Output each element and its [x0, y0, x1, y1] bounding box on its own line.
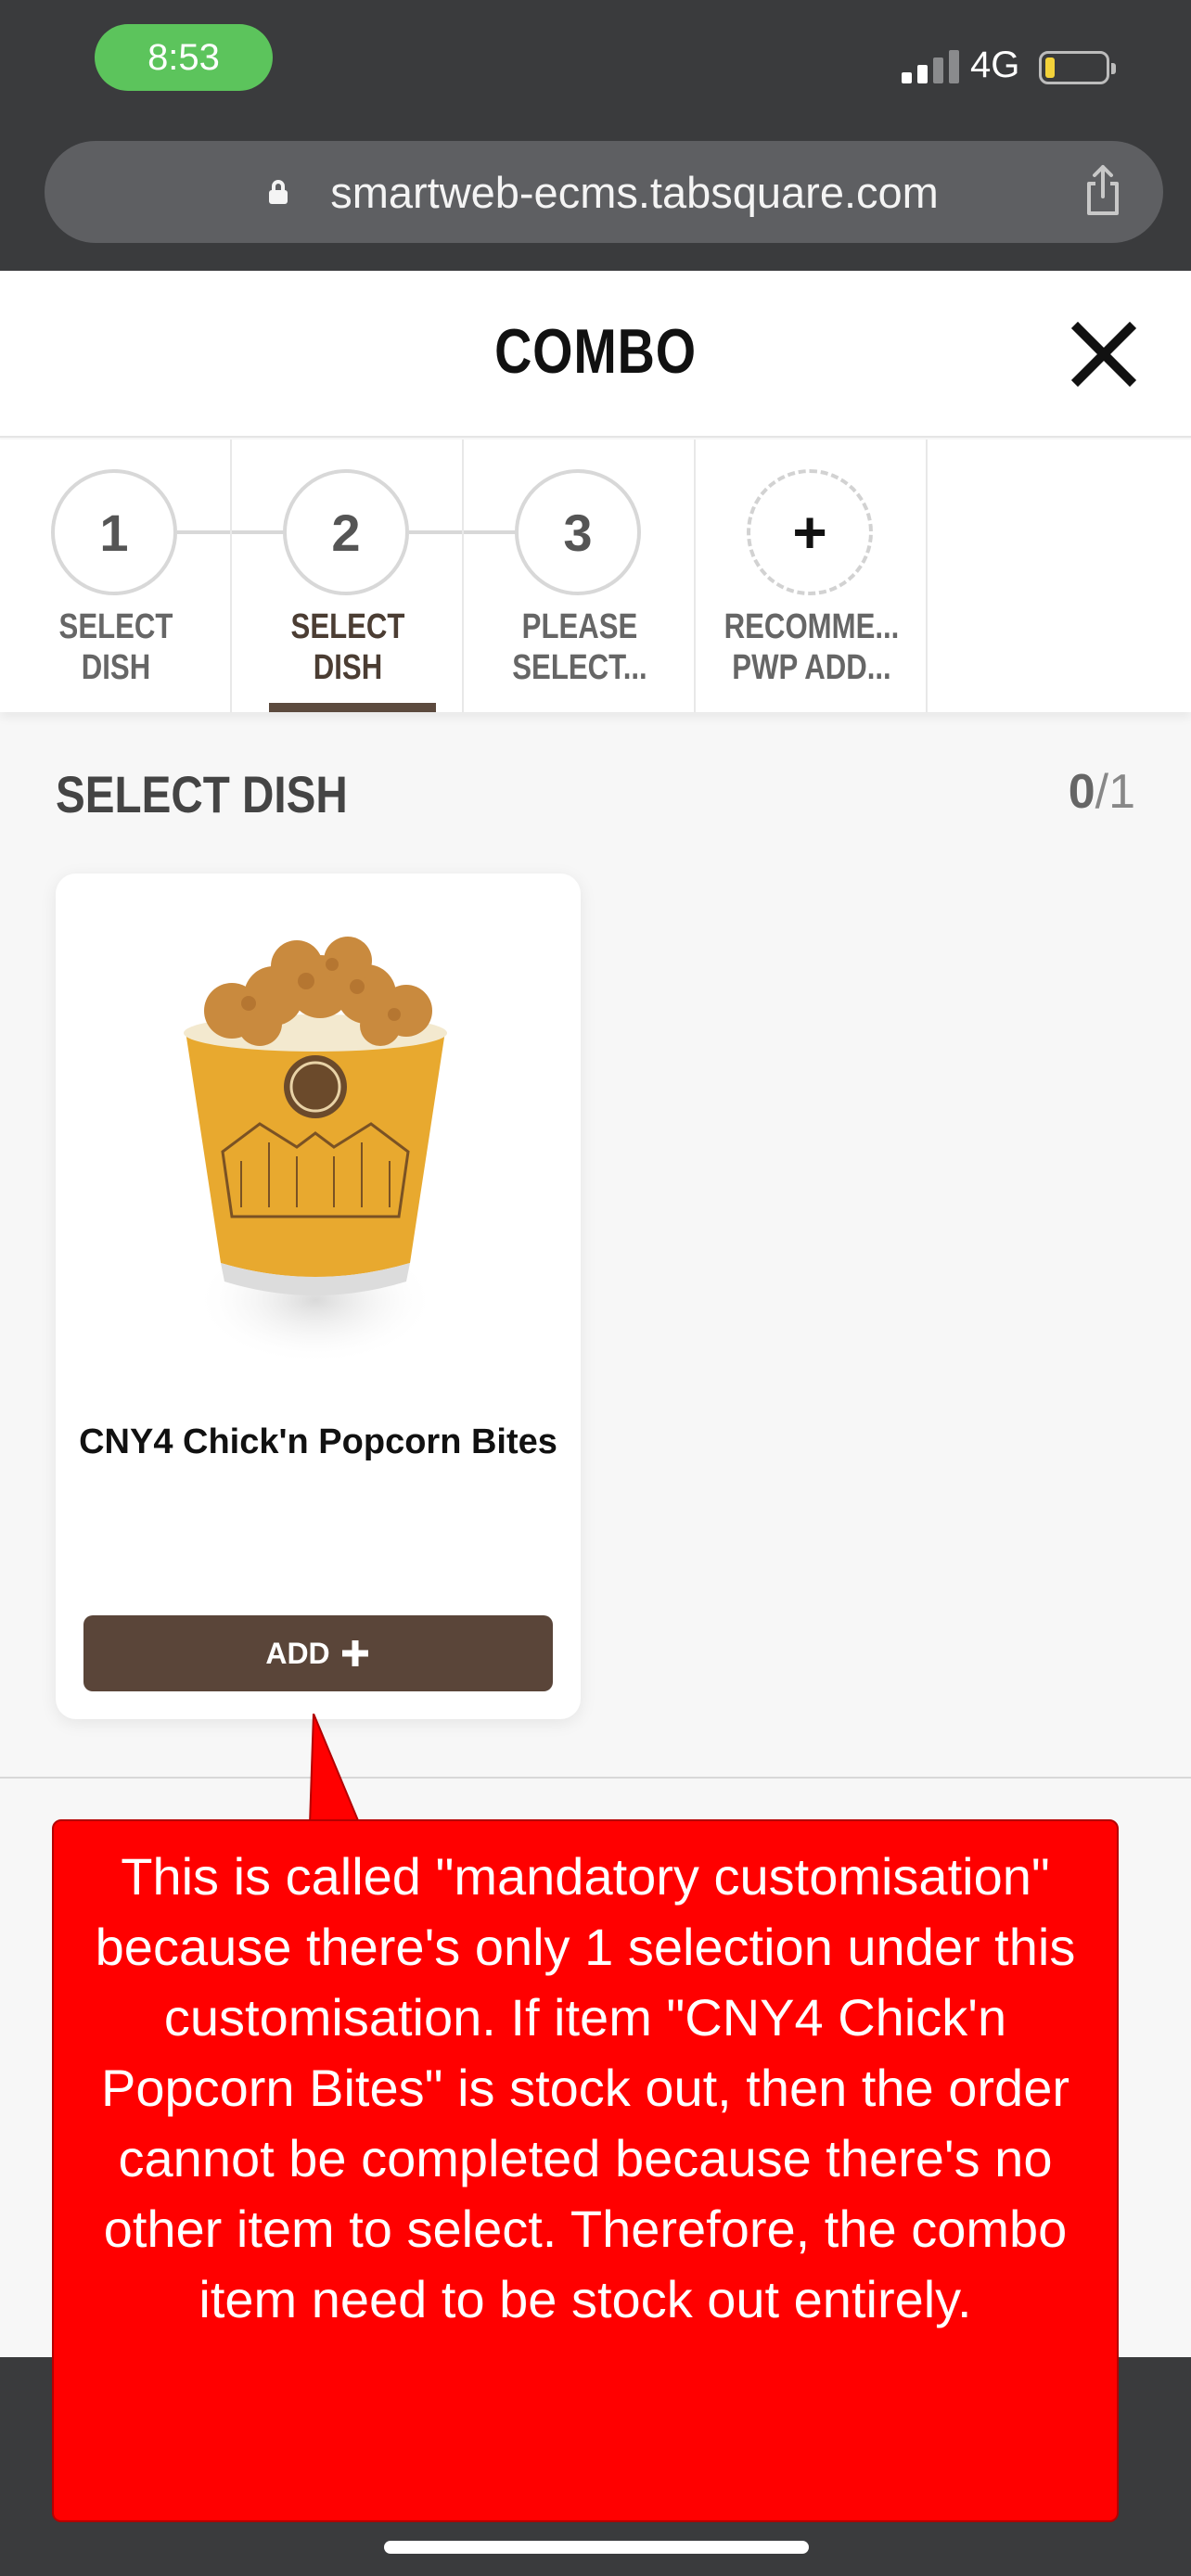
add-button-label: ADD — [265, 1636, 330, 1670]
plus-icon — [341, 1640, 368, 1666]
dish-card[interactable]: CNY4 Chick'n Popcorn Bites ADD — [56, 874, 581, 1719]
network-type: 4G — [970, 45, 1020, 85]
annotation-pointer — [308, 1714, 362, 1825]
step-recommended-addon[interactable]: + RECOMME... PWP ADD... — [696, 440, 928, 712]
combo-stepper: 1 SELECT DISH 2 SELECT DISH 3 PLEASE SEL… — [0, 440, 1191, 712]
step-number: 2 — [283, 469, 409, 595]
step-1[interactable]: 1 SELECT DISH — [0, 440, 232, 712]
status-bar: 8:53 4G — [0, 0, 1191, 130]
step-label: PLEASE SELECT... — [512, 607, 647, 687]
status-time: 8:53 — [95, 24, 273, 91]
dish-image — [184, 937, 447, 1365]
step-3[interactable]: 3 PLEASE SELECT... — [464, 440, 696, 712]
combo-header: COMBO — [0, 271, 1191, 438]
step-label: SELECT DISH — [290, 607, 405, 687]
share-icon[interactable] — [1080, 163, 1126, 219]
active-step-indicator — [269, 703, 436, 712]
url-text: smartweb-ecms.tabsquare.com — [330, 167, 939, 217]
page-title: COMBO — [494, 316, 697, 387]
selection-count: 0/1 — [1068, 765, 1135, 819]
section-title: SELECT DISH — [56, 765, 348, 823]
step-label: RECOMME... PWP ADD... — [724, 607, 900, 687]
address-bar[interactable]: smartweb-ecms.tabsquare.com — [45, 141, 1163, 243]
dish-name: CNY4 Chick'n Popcorn Bites — [79, 1422, 557, 1461]
step-number: 3 — [515, 469, 641, 595]
battery-icon — [1039, 51, 1116, 84]
add-button[interactable]: ADD — [83, 1615, 553, 1691]
divider — [0, 1777, 1191, 1779]
annotation-callout: This is called "mandatory customisation"… — [52, 1819, 1119, 2522]
signal-icon — [902, 46, 959, 83]
step-number: 1 — [51, 469, 177, 595]
close-icon[interactable] — [1069, 319, 1139, 389]
step-label: SELECT DISH — [58, 607, 173, 687]
home-indicator[interactable] — [384, 2541, 809, 2554]
lock-icon — [269, 180, 288, 204]
step-2[interactable]: 2 SELECT DISH — [232, 440, 464, 712]
plus-icon: + — [747, 469, 873, 595]
